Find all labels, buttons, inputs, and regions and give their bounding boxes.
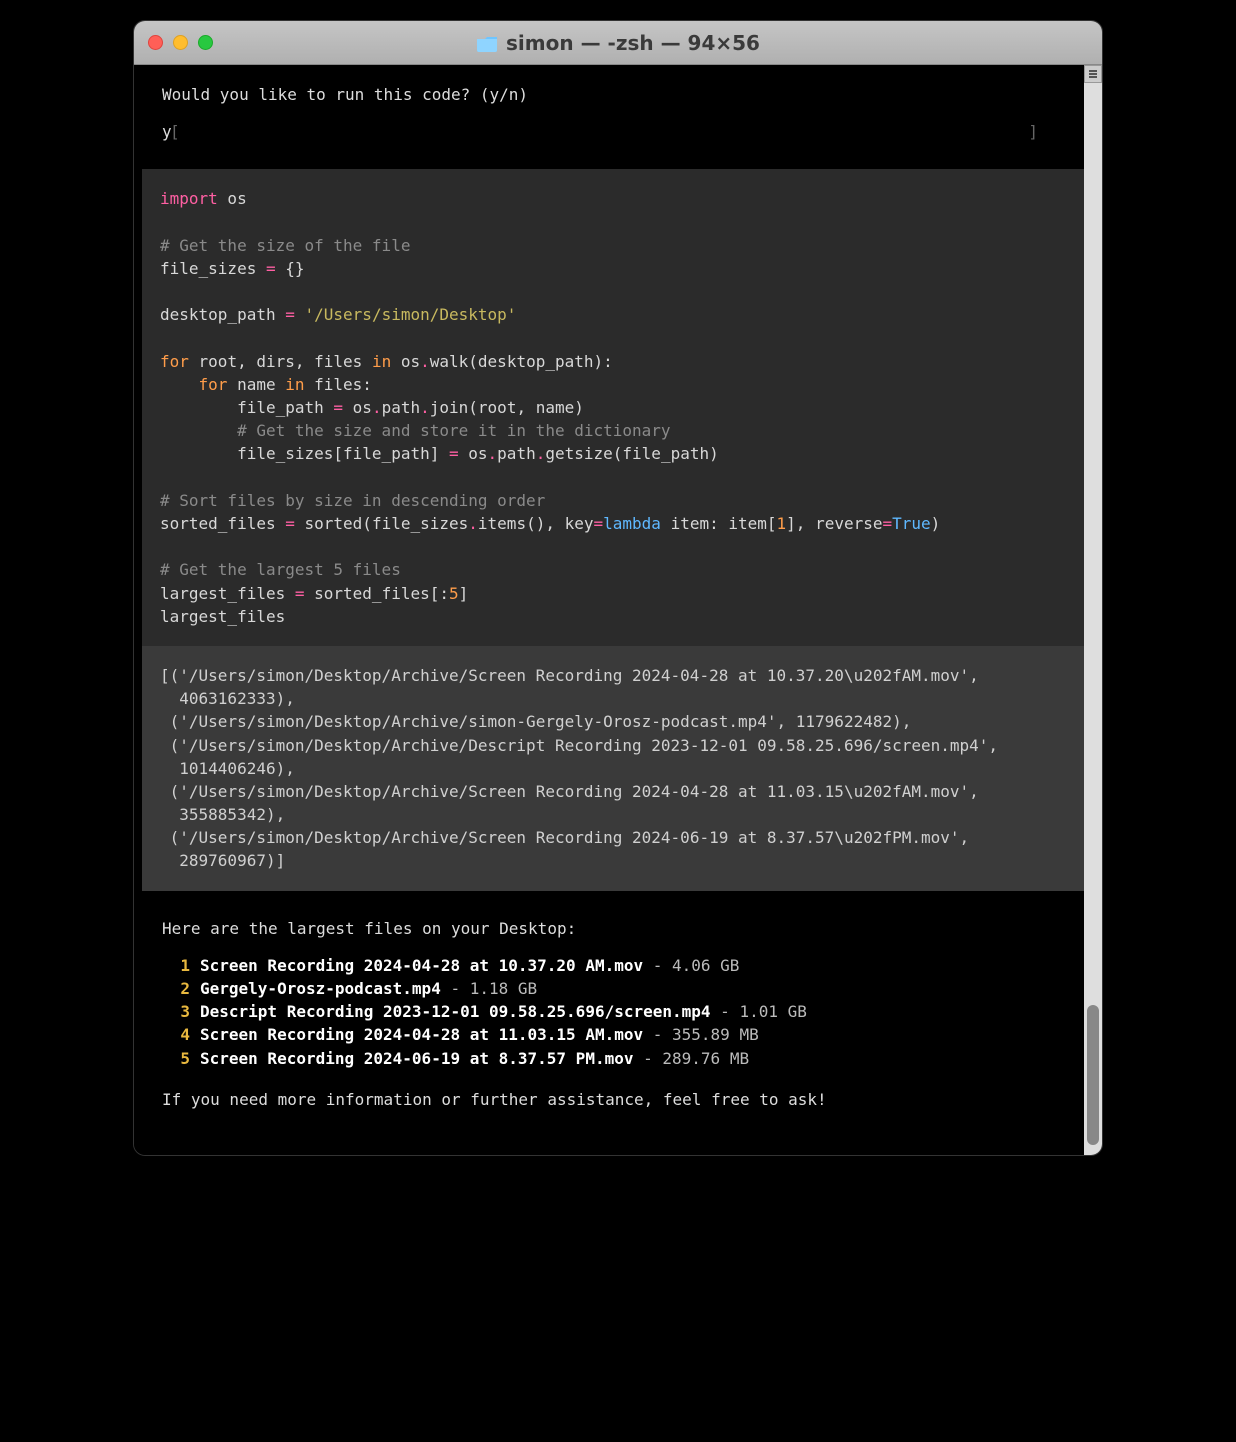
scrollbar-track[interactable]: [1084, 65, 1102, 1155]
file-size: - 4.06 GB: [643, 956, 739, 975]
comment: # Get the size of the file: [160, 236, 410, 255]
file-rank: 5: [162, 1047, 190, 1070]
file-name: Screen Recording 2024-04-28 at 11.03.15 …: [200, 1025, 643, 1044]
footer-message: If you need more information or further …: [162, 1088, 1062, 1111]
output-block: [('/Users/simon/Desktop/Archive/Screen R…: [142, 646, 1084, 891]
folder-icon: [476, 34, 498, 52]
summary-heading: Here are the largest files on your Deskt…: [162, 917, 1062, 940]
code-block: import os # Get the size of the file fil…: [142, 169, 1084, 646]
minimize-button[interactable]: [173, 35, 188, 50]
file-name: Gergely-Orosz-podcast.mp4: [200, 979, 441, 998]
prompt-bracket-right: ]: [1028, 120, 1038, 143]
titlebar[interactable]: simon — -zsh — 94×56: [134, 21, 1102, 65]
kw-import: import: [160, 189, 218, 208]
file-size: - 1.18 GB: [441, 979, 537, 998]
list-item: 5 Screen Recording 2024-06-19 at 8.37.57…: [162, 1047, 1062, 1070]
scrollbar-corner-icon: [1084, 65, 1102, 83]
file-name: Screen Recording 2024-04-28 at 10.37.20 …: [200, 956, 643, 975]
file-name: Descript Recording 2023-12-01 09.58.25.6…: [200, 1002, 711, 1021]
window-title-text: simon — -zsh — 94×56: [506, 31, 760, 55]
list-item: 3 Descript Recording 2023-12-01 09.58.25…: [162, 1000, 1062, 1023]
file-size: - 1.01 GB: [711, 1002, 807, 1021]
list-item: 4 Screen Recording 2024-04-28 at 11.03.1…: [162, 1023, 1062, 1046]
terminal-window: simon — -zsh — 94×56 Would you like to r…: [133, 20, 1103, 1156]
maximize-button[interactable]: [198, 35, 213, 50]
summary: Here are the largest files on your Deskt…: [134, 917, 1084, 1111]
prompt-bracket-left: [: [170, 120, 180, 143]
list-item: 1 Screen Recording 2024-04-28 at 10.37.2…: [162, 954, 1062, 977]
scrollbar-thumb[interactable]: [1087, 1005, 1099, 1145]
file-name: Screen Recording 2024-06-19 at 8.37.57 P…: [200, 1049, 633, 1068]
file-size: - 355.89 MB: [643, 1025, 759, 1044]
file-rank: 3: [162, 1000, 190, 1023]
file-rank: 4: [162, 1023, 190, 1046]
terminal-body[interactable]: Would you like to run this code? (y/n) […: [134, 65, 1102, 1155]
list-item: 2 Gergely-Orosz-podcast.mp4 - 1.18 GB: [162, 977, 1062, 1000]
file-list: 1 Screen Recording 2024-04-28 at 10.37.2…: [162, 954, 1062, 1070]
close-button[interactable]: [148, 35, 163, 50]
traffic-lights: [148, 35, 213, 50]
file-rank: 2: [162, 977, 190, 1000]
file-size: - 289.76 MB: [633, 1049, 749, 1068]
file-rank: 1: [162, 954, 190, 977]
prompt-question: Would you like to run this code? (y/n): [162, 83, 1062, 106]
window-title: simon — -zsh — 94×56: [476, 31, 760, 55]
